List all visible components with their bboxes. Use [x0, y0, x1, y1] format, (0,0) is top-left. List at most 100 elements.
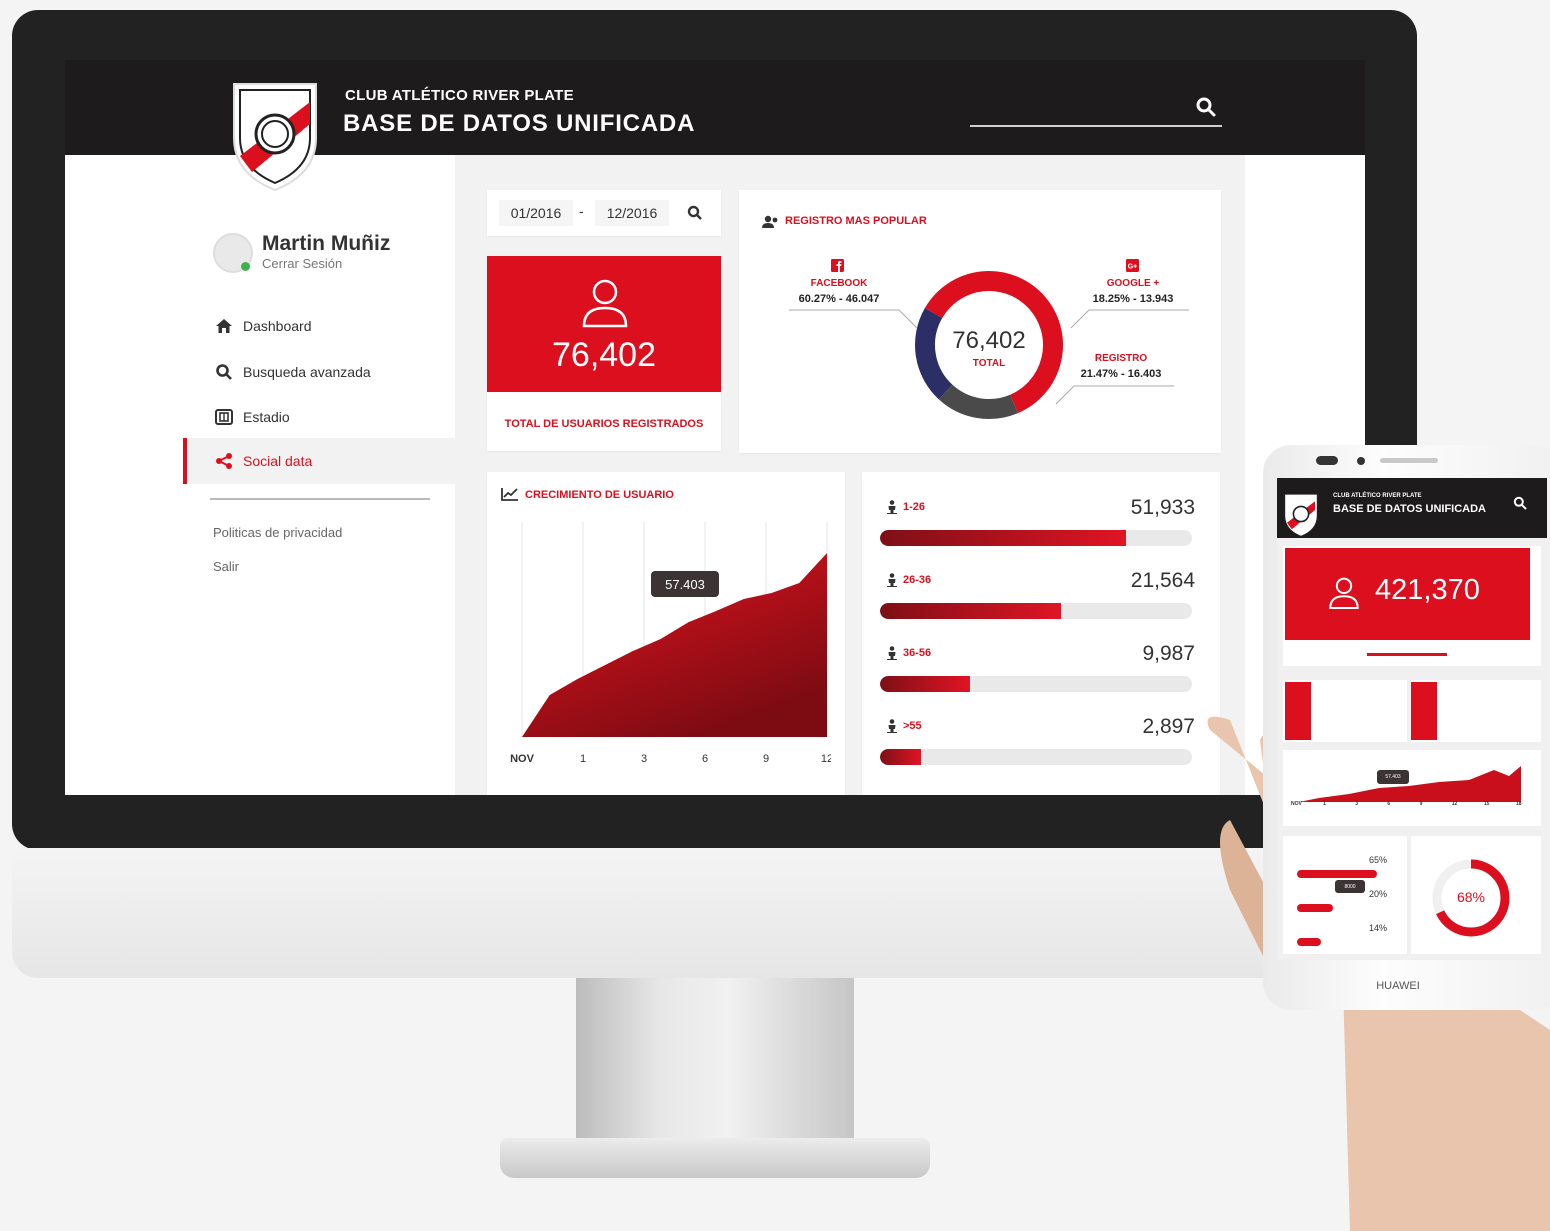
phone-growth-chart [1299, 766, 1521, 802]
phone-percent-2: 20% [1369, 889, 1388, 899]
phone-stat-card-1-accent [1285, 682, 1311, 740]
date-to-field[interactable]: 12/2016 [595, 200, 669, 226]
stadium-icon [215, 408, 233, 426]
growth-tooltip-value: 57.403 [665, 576, 705, 592]
logout-link[interactable]: Cerrar Sesión [262, 256, 342, 271]
age-card: 1-26 51,933 26-36 21,564 36-56 9,987 >55… [862, 472, 1220, 795]
age-label: 1-26 [887, 500, 925, 514]
user-name: Martin Muñiz [262, 232, 391, 255]
total-users-card: 76,402 TOTAL DE USUARIOS REGISTRADOS [487, 256, 721, 451]
growth-x-tick-label: 1 [580, 753, 586, 765]
phone-age-bar-1 [1297, 870, 1377, 878]
sidebar-item-label: Social data [243, 453, 313, 469]
monitor-stand-base [500, 1138, 930, 1178]
age-row: 26-36 21,564 [862, 561, 1220, 621]
sidebar-item-estadio[interactable]: Estadio [215, 408, 290, 426]
registro-stats: 21.47% - 16.403 [1080, 368, 1162, 380]
sidebar-item-dashboard[interactable]: Dashboard [215, 317, 312, 335]
age-bar-track [880, 676, 1192, 692]
google-leader-line [1070, 309, 1189, 329]
phone-axis-label: 9 [1419, 801, 1423, 807]
age-label: 36-56 [887, 646, 931, 660]
age-bar-fill [880, 676, 971, 692]
monitor-stand-neck [576, 978, 854, 1143]
phone-total-value: 421,370 [1375, 574, 1480, 606]
age-value: 2,897 [1142, 715, 1195, 738]
phone-axis-label: 6 [1387, 801, 1391, 807]
phone-camera [1316, 456, 1338, 465]
registro-title: REGISTRO MAS POPULAR [785, 215, 927, 227]
google-name: GOOGLE + [1106, 278, 1160, 289]
growth-x-tick-label: 9 [763, 753, 769, 765]
club-name: CLUB ATLÉTICO RIVER PLATE [345, 87, 574, 104]
donut-total-label: TOTAL [972, 358, 1006, 369]
age-row: 1-26 51,933 [862, 488, 1220, 548]
registro-name: REGISTRO [1094, 353, 1148, 364]
home-icon [215, 317, 233, 335]
date-to-value: 12/2016 [606, 205, 658, 221]
person-icon [887, 719, 897, 733]
age-label: 26-36 [887, 573, 931, 587]
phone-sensor [1357, 457, 1365, 465]
privacy-link[interactable]: Politicas de privacidad [213, 525, 342, 540]
sidebar-item-social-data[interactable]: Social data [215, 452, 312, 470]
growth-x-tick-label: 12 [821, 753, 831, 765]
phone-age-tooltip-value: 8000 [1344, 883, 1356, 890]
google-stats: 18.25% - 13.943 [1092, 293, 1174, 305]
age-range-text: >55 [903, 720, 922, 732]
phone-age-bar-3 [1297, 938, 1321, 946]
age-value: 21,564 [1130, 569, 1195, 592]
search-icon [215, 363, 233, 381]
sidebar-item-label: Estadio [243, 409, 290, 425]
search-input[interactable] [970, 125, 1222, 127]
phone-axis-label: 12 [1451, 801, 1458, 807]
age-label: >55 [887, 719, 922, 733]
exit-link[interactable]: Salir [213, 559, 239, 574]
date-search-icon[interactable] [687, 205, 703, 221]
age-bar-fill [880, 530, 1127, 546]
phone-age-bar-2 [1297, 904, 1333, 912]
growth-tooltip: 57.403 [651, 571, 719, 597]
person-icon [887, 646, 897, 660]
sidebar-item-label: Busqueda avanzada [243, 364, 371, 380]
sidebar-item-busqueda[interactable]: Busqueda avanzada [215, 363, 371, 381]
line-chart-icon [501, 488, 518, 501]
age-range-text: 36-56 [903, 647, 932, 659]
phone-growth-tooltip: 57.403 [1377, 770, 1409, 784]
sidebar-divider [210, 498, 430, 500]
person-icon [887, 573, 897, 587]
club-crest-logo [233, 83, 317, 192]
phone-axis-label: NOV [1291, 801, 1302, 807]
phone-axis-label: 15 [1483, 801, 1490, 807]
age-value: 9,987 [1142, 642, 1195, 665]
phone-donut-value: 68% [1456, 889, 1486, 905]
growth-x-tick-label: 3 [641, 753, 647, 765]
date-from-value: 01/2016 [510, 205, 562, 221]
phone-age-tooltip: 8000 [1335, 880, 1365, 893]
total-users-label: TOTAL DE USUARIOS REGISTRADOS [504, 418, 704, 430]
phone-user-icon [1329, 577, 1359, 609]
age-bar-track [880, 603, 1192, 619]
google-plus-icon: G+ [1126, 259, 1139, 272]
search-icon[interactable] [1195, 96, 1217, 118]
date-filter: 01/2016 - 12/2016 [487, 190, 721, 236]
phone-search-icon[interactable] [1513, 496, 1527, 510]
phone-total-caption-bar [1367, 653, 1447, 656]
age-row: 36-56 9,987 [862, 634, 1220, 694]
sidebar-item-label: Dashboard [243, 318, 312, 334]
share-icon [215, 452, 233, 470]
total-users-value: 76,402 [552, 336, 656, 374]
phone-growth-tooltip-value: 57.403 [1385, 774, 1401, 780]
phone-axis-label: 18 [1516, 801, 1522, 807]
app-title: BASE DE DATOS UNIFICADA [343, 110, 696, 137]
age-value: 51,933 [1130, 496, 1195, 519]
phone-screen: CLUB ATLÉTICO RIVER PLATE BASE DE DATOS … [1277, 478, 1547, 960]
donut-total-value: 76,402 [952, 327, 1026, 354]
date-from-field[interactable]: 01/2016 [499, 200, 573, 226]
growth-title: CRECIMIENTO DE USUARIO [525, 489, 674, 501]
registro-card: REGISTRO MAS POPULAR 76,402 TOTAL FACEBO… [739, 190, 1221, 453]
desktop-screen: CLUB ATLÉTICO RIVER PLATE BASE DE DATOS … [65, 60, 1365, 795]
age-bar-fill [880, 749, 921, 765]
phone-stat-card-2-accent [1411, 682, 1437, 740]
phone-app-title: BASE DE DATOS UNIFICADA [1333, 503, 1486, 515]
